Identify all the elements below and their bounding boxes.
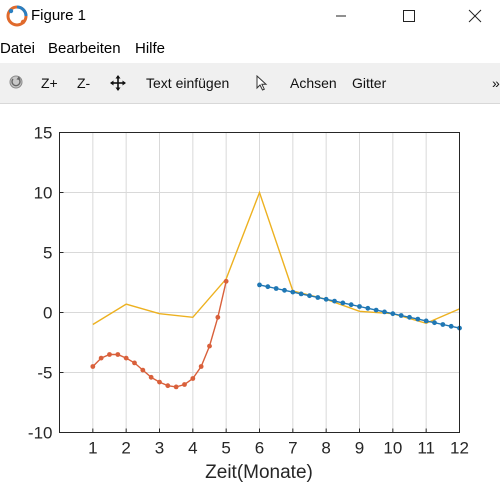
zoom-out-button[interactable]: Z- — [77, 75, 90, 91]
data-point — [182, 382, 187, 387]
window-title: Figure 1 — [31, 7, 87, 24]
data-point — [448, 323, 454, 329]
data-point — [132, 360, 137, 366]
data-point — [398, 313, 404, 318]
menu-bar: Datei Bearbeiten Hilfe — [0, 37, 500, 61]
insert-text-button[interactable]: Text einfügen — [146, 75, 229, 91]
data-point — [173, 384, 179, 390]
data-point — [257, 282, 262, 288]
data-point — [290, 289, 296, 295]
data-point — [107, 352, 112, 357]
y-tick-label: -5 — [37, 364, 52, 383]
x-tick-label: 1 — [88, 439, 97, 458]
data-point — [348, 302, 354, 308]
y-tick-label: 5 — [43, 244, 52, 263]
octave-app-icon — [6, 5, 28, 27]
data-point — [365, 305, 371, 311]
close-button[interactable] — [452, 0, 498, 32]
menu-bearbeiten[interactable]: Bearbeiten — [48, 40, 121, 57]
data-point — [432, 320, 437, 326]
rotate-icon[interactable] — [8, 74, 24, 90]
pan-icon[interactable] — [110, 75, 126, 91]
line-chart: 1 2 3 4 5 6 7 8 9 10 11 12-10-5051015 Zeit(Monate) — [28, 124, 469, 484]
data-point — [298, 291, 304, 297]
data-point — [198, 364, 204, 369]
x-tick-label: 5 — [221, 439, 230, 458]
data-point — [207, 343, 212, 349]
data-point — [340, 300, 346, 306]
x-tick-label: 7 — [288, 439, 297, 458]
x-tick-label: 11 — [417, 439, 435, 458]
x-tick-label: 3 — [155, 439, 164, 458]
x-tick-label: 8 — [321, 439, 330, 458]
x-tick-label: 9 — [355, 439, 364, 458]
x-tick-label: 10 — [383, 439, 402, 458]
menu-hilfe[interactable]: Hilfe — [135, 40, 165, 57]
axes-button[interactable]: Achsen — [290, 75, 337, 91]
data-point — [140, 367, 146, 373]
y-tick-label: -10 — [28, 424, 53, 443]
data-point — [98, 355, 104, 361]
maximize-button[interactable] — [386, 0, 432, 32]
data-point — [332, 298, 337, 304]
data-point — [373, 307, 379, 313]
data-point — [223, 278, 229, 284]
y-tick-label: 0 — [43, 304, 52, 323]
x-tick-label: 4 — [188, 439, 197, 458]
figure-toolbar: Z+ Z- Text einfügen Achsen Gitter » — [0, 63, 500, 104]
data-point — [123, 355, 129, 361]
title-bar: Figure 1 — [0, 0, 500, 32]
select-cursor-icon[interactable] — [256, 75, 268, 91]
data-point — [407, 314, 412, 320]
toolbar-overflow-button[interactable]: » — [492, 75, 500, 91]
x-tick-label: 2 — [121, 439, 130, 458]
data-point — [148, 374, 154, 380]
maximize-icon — [403, 10, 415, 22]
data-point — [423, 318, 429, 324]
minimize-icon — [336, 15, 346, 17]
zoom-in-button[interactable]: Z+ — [41, 75, 58, 91]
data-point — [415, 316, 421, 322]
data-point — [323, 296, 329, 302]
x-tick-label: 12 — [450, 439, 469, 458]
grid-button[interactable]: Gitter — [352, 75, 386, 91]
data-point — [190, 376, 196, 381]
data-point — [390, 311, 396, 317]
data-point — [165, 383, 171, 389]
y-tick-label: 10 — [34, 184, 53, 203]
data-point — [440, 322, 446, 327]
data-point — [282, 287, 287, 293]
minimize-button[interactable] — [318, 0, 364, 32]
data-point — [307, 293, 312, 299]
close-icon — [468, 9, 482, 23]
data-point — [357, 304, 362, 309]
data-point — [265, 284, 271, 290]
data-point — [115, 352, 121, 357]
data-point — [90, 364, 96, 369]
x-tick-label: 6 — [255, 439, 264, 458]
data-point — [273, 286, 279, 291]
data-point — [315, 295, 321, 300]
data-point — [215, 314, 221, 320]
data-point — [382, 309, 387, 315]
menu-datei[interactable]: Datei — [0, 40, 35, 57]
figure-canvas: 1 2 3 4 5 6 7 8 9 10 11 12 -10 -5 0 5 10 15 Zeit(Monate) — [0, 104, 500, 492]
data-point — [157, 379, 162, 385]
x-axis-label: Zeit(Monate) — [205, 462, 313, 483]
y-tick-label: 15 — [34, 124, 53, 143]
